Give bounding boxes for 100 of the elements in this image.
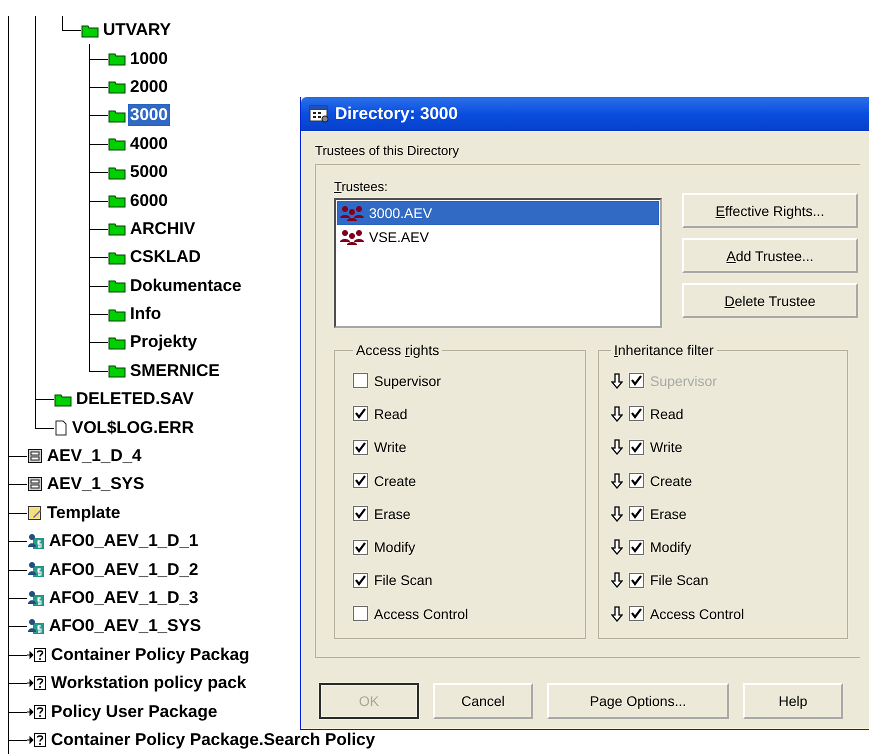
tree-item[interactable]: AFO0_AEV_1_SYS bbox=[47, 615, 204, 638]
dialog-button[interactable]: Add Trustee... bbox=[682, 238, 858, 273]
checkbox-label: Modify bbox=[374, 539, 416, 556]
window-title: Directory: 3000 bbox=[335, 104, 458, 124]
tree-item[interactable]: UTVARY bbox=[101, 19, 173, 42]
folder-icon bbox=[108, 136, 126, 152]
tree-item[interactable]: DELETED.SAV bbox=[74, 388, 196, 410]
checkbox[interactable] bbox=[353, 572, 368, 588]
tree-item[interactable]: 6000 bbox=[128, 190, 170, 212]
checkbox-label: Access Control bbox=[650, 606, 744, 622]
user-icon bbox=[27, 590, 45, 606]
down-arrow-icon bbox=[611, 372, 623, 389]
checkbox-label: Write bbox=[650, 439, 682, 456]
tree-item[interactable]: AFO0_AEV_1_D_2 bbox=[47, 558, 200, 581]
tree-item[interactable]: Template bbox=[45, 502, 122, 524]
folder-icon bbox=[108, 306, 126, 322]
folder-icon bbox=[54, 392, 72, 407]
checkbox-label: Erase bbox=[650, 506, 687, 522]
tree-item[interactable]: ARCHIV bbox=[128, 218, 198, 240]
trustee-item[interactable]: VSE.AEV bbox=[369, 229, 429, 245]
group-title: Inheritance filter bbox=[613, 342, 715, 358]
checkbox[interactable] bbox=[353, 440, 368, 455]
checkbox-label: Erase bbox=[374, 506, 411, 522]
checkbox[interactable] bbox=[353, 473, 368, 488]
down-arrow-icon bbox=[611, 439, 623, 456]
checkbox[interactable] bbox=[353, 406, 368, 422]
down-arrow-icon bbox=[611, 406, 623, 422]
user-icon bbox=[27, 532, 45, 550]
folder-icon bbox=[108, 250, 126, 265]
tree-item[interactable]: AFO0_AEV_1_D_1 bbox=[47, 530, 200, 552]
policy-icon bbox=[27, 732, 47, 748]
dialog-button[interactable]: Page Options... bbox=[547, 683, 729, 719]
checkbox-label: Access Control bbox=[374, 606, 468, 622]
folder-icon bbox=[108, 79, 126, 94]
dialog-button[interactable]: Delete Trustee bbox=[682, 283, 858, 318]
tree-item[interactable]: 1000 bbox=[128, 48, 170, 70]
checkbox-label: Supervisor bbox=[650, 372, 717, 389]
folder-icon bbox=[108, 221, 126, 236]
tree-item[interactable]: CSKLAD bbox=[128, 246, 203, 268]
down-arrow-icon bbox=[611, 506, 623, 522]
group-icon bbox=[339, 229, 365, 245]
checkbox[interactable] bbox=[629, 540, 644, 555]
tree-item[interactable]: AEV_1_SYS bbox=[45, 473, 146, 496]
volume-icon bbox=[27, 448, 43, 464]
tree-item[interactable]: AEV_1_D_4 bbox=[45, 445, 144, 468]
user-icon bbox=[27, 618, 45, 635]
down-arrow-icon bbox=[611, 472, 623, 489]
dialog-button[interactable]: Effective Rights... bbox=[682, 193, 858, 228]
tree-item[interactable]: 3000 bbox=[128, 104, 170, 126]
volume-icon bbox=[27, 476, 43, 492]
checkbox[interactable] bbox=[629, 606, 644, 622]
tree-item[interactable]: Container Policy Package.Search Policy bbox=[49, 728, 378, 751]
user-icon bbox=[27, 561, 45, 578]
tree-item[interactable]: Info bbox=[128, 303, 164, 326]
checkbox-label: Supervisor bbox=[374, 372, 441, 389]
checkbox[interactable] bbox=[629, 473, 644, 488]
checkbox[interactable] bbox=[353, 506, 368, 522]
tree-item[interactable]: Projekty bbox=[128, 331, 200, 354]
checkbox[interactable] bbox=[629, 506, 644, 522]
folder-icon bbox=[108, 193, 126, 208]
checkbox-label: Read bbox=[650, 406, 684, 422]
checkbox-label: Write bbox=[374, 439, 406, 456]
trustee-item[interactable]: 3000.AEV bbox=[369, 205, 432, 221]
folder-icon bbox=[108, 51, 126, 66]
folder-icon bbox=[108, 108, 126, 123]
tree-item[interactable]: 4000 bbox=[128, 132, 170, 155]
checkbox[interactable] bbox=[353, 606, 368, 622]
tree-item[interactable]: VOL$LOG.ERR bbox=[70, 416, 196, 439]
checkbox[interactable] bbox=[629, 440, 644, 455]
dialog-button[interactable]: Help bbox=[743, 683, 843, 719]
tree-item[interactable]: AFO0_AEV_1_D_3 bbox=[47, 587, 200, 609]
window-icon bbox=[309, 105, 329, 123]
checkbox-label: Read bbox=[374, 406, 408, 422]
tree-item[interactable]: Container Policy Packag bbox=[49, 644, 252, 666]
down-arrow-icon bbox=[611, 606, 623, 622]
tree-item[interactable]: 5000 bbox=[128, 161, 170, 184]
trustees-label: Trustees: bbox=[334, 179, 389, 194]
checkbox[interactable] bbox=[353, 373, 368, 388]
tree-item[interactable]: Dokumentace bbox=[128, 274, 244, 297]
folder-icon bbox=[81, 22, 99, 38]
dialog-button[interactable]: Cancel bbox=[433, 683, 533, 719]
folder-icon bbox=[108, 334, 126, 350]
down-arrow-icon bbox=[611, 539, 623, 556]
folder-icon bbox=[108, 278, 126, 294]
template-icon bbox=[27, 504, 43, 521]
checkbox-label: Create bbox=[374, 472, 416, 489]
checkbox-label: Create bbox=[650, 472, 692, 489]
page-tab[interactable]: Trustees of this Directory bbox=[315, 141, 460, 164]
tree-item[interactable]: Policy User Package bbox=[49, 700, 220, 723]
checkbox-label: Modify bbox=[650, 539, 692, 556]
tree-item[interactable]: 2000 bbox=[128, 76, 170, 98]
tree-item[interactable]: SMERNICE bbox=[128, 360, 222, 382]
checkbox[interactable] bbox=[629, 406, 644, 422]
checkbox[interactable] bbox=[629, 572, 644, 588]
tree-item[interactable]: Workstation policy pack bbox=[49, 672, 248, 694]
checkbox-label: File Scan bbox=[374, 572, 432, 588]
trustees-list[interactable]: 3000.AEV VSE.AEV bbox=[334, 198, 662, 328]
folder-icon bbox=[108, 363, 126, 378]
checkbox[interactable] bbox=[353, 540, 368, 555]
file-icon bbox=[54, 420, 68, 436]
